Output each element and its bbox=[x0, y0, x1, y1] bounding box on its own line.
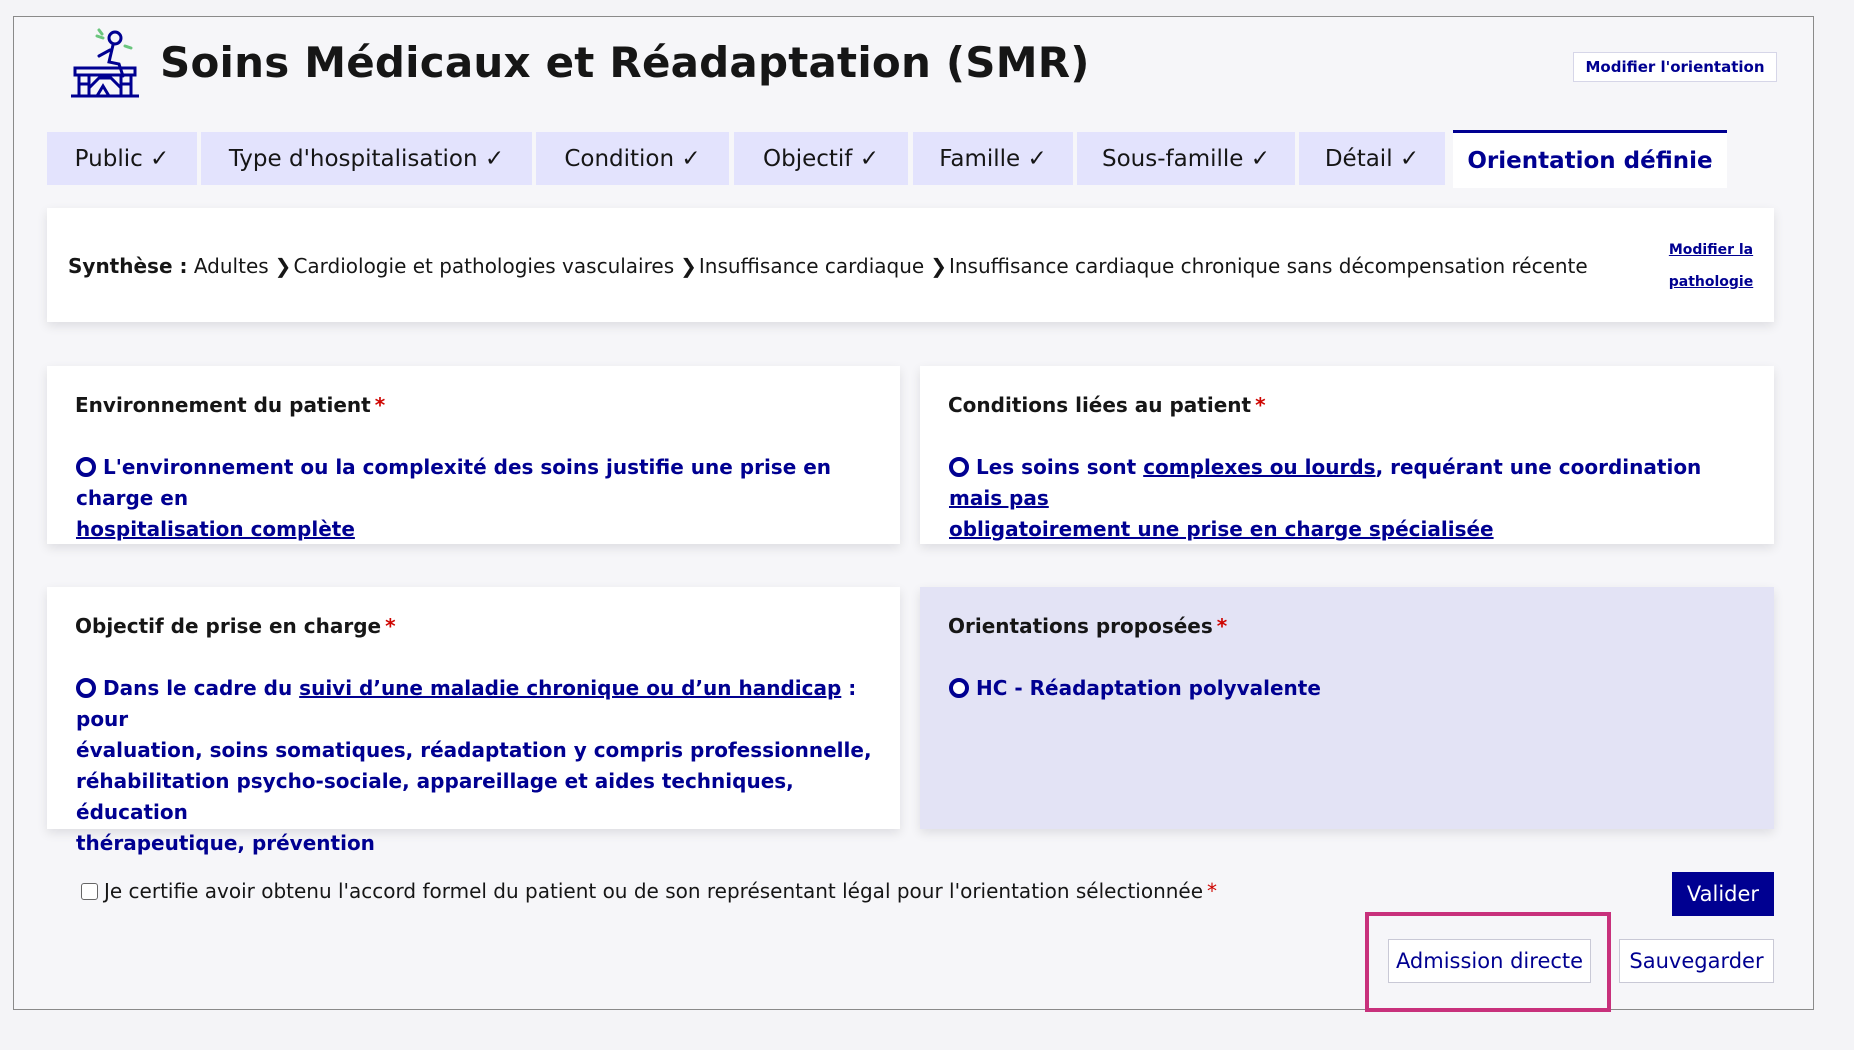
orientations-card: Orientations proposées * HC - Réadaptatio… bbox=[920, 587, 1774, 829]
tab-objective[interactable]: Objectif ✓ bbox=[734, 132, 908, 185]
consent-text: Je certifie avoir obtenu l'accord formel… bbox=[104, 879, 1204, 903]
tab-detail[interactable]: Détail ✓ bbox=[1299, 132, 1445, 185]
breadcrumb-item: Insuffisance cardiaque bbox=[698, 254, 925, 278]
environment-value: L'environnement ou la complexité des soi… bbox=[76, 455, 832, 541]
tab-family[interactable]: Famille ✓ bbox=[913, 132, 1073, 185]
objective-label: Objectif de prise en charge * bbox=[75, 614, 396, 638]
radio-selected-icon bbox=[949, 457, 969, 477]
modify-pathology-link-line2[interactable]: pathologie bbox=[1651, 274, 1771, 290]
tab-hospitalisation-type[interactable]: Type d'hospitalisation ✓ bbox=[201, 132, 532, 185]
rehab-patient-icon bbox=[71, 28, 139, 98]
breadcrumb-item: Adultes bbox=[193, 254, 269, 278]
radio-selected-icon bbox=[76, 457, 96, 477]
environment-card: Environnement du patient * L'environnemen… bbox=[47, 366, 900, 544]
environment-label: Environnement du patient * bbox=[75, 393, 386, 417]
radio-selected-icon[interactable] bbox=[949, 678, 969, 698]
tab-public[interactable]: Public ✓ bbox=[47, 132, 197, 185]
chevron-right-icon: ❯ bbox=[680, 254, 697, 278]
conditions-value: Les soins sont complexes ou lourds, requ… bbox=[949, 455, 1702, 541]
page-title: Soins Médicaux et Réadaptation (SMR) bbox=[160, 38, 1090, 87]
objective-card: Objectif de prise en charge * Dans le cad… bbox=[47, 587, 900, 855]
conditions-card: Conditions liées au patient * Les soins s… bbox=[920, 366, 1774, 544]
summary-breadcrumb: Synthèse : Adultes ❯ Cardiologie et pathol… bbox=[68, 254, 1588, 278]
orientations-value[interactable]: HC - Réadaptation polyvalente bbox=[949, 673, 1759, 704]
highlight-box bbox=[1365, 912, 1611, 1012]
chevron-right-icon: ❯ bbox=[274, 254, 292, 278]
tab-condition[interactable]: Condition ✓ bbox=[536, 132, 729, 185]
tab-orientation-defined[interactable]: Orientation définie bbox=[1453, 130, 1727, 188]
chevron-right-icon: ❯ bbox=[930, 254, 947, 278]
modify-pathology-link[interactable]: Modifier la bbox=[1651, 242, 1771, 258]
objective-value: Dans le cadre du suivi d’une maladie chr… bbox=[76, 676, 872, 855]
modify-orientation-button[interactable]: Modifier l'orientation bbox=[1573, 52, 1777, 82]
summary-label: Synthèse : bbox=[68, 254, 188, 278]
summary-box: Synthèse : Adultes ❯ Cardiologie et pathol… bbox=[47, 208, 1774, 322]
conditions-label: Conditions liées au patient * bbox=[948, 393, 1266, 417]
radio-selected-icon bbox=[76, 678, 96, 698]
consent-checkbox[interactable] bbox=[81, 882, 98, 900]
tab-sub-family[interactable]: Sous-famille ✓ bbox=[1077, 132, 1295, 185]
breadcrumb-item: Insuffisance cardiaque chronique sans dé… bbox=[948, 254, 1588, 278]
orientations-label: Orientations proposées * bbox=[948, 614, 1228, 638]
breadcrumb-item: Cardiologie et pathologies vasculaires bbox=[293, 254, 675, 278]
required-mark: * bbox=[1207, 879, 1218, 903]
consent-row: Je certifie avoir obtenu l'accord formel… bbox=[81, 879, 1217, 903]
save-button[interactable]: Sauvegarder bbox=[1619, 939, 1774, 983]
validate-button[interactable]: Valider bbox=[1672, 872, 1774, 916]
